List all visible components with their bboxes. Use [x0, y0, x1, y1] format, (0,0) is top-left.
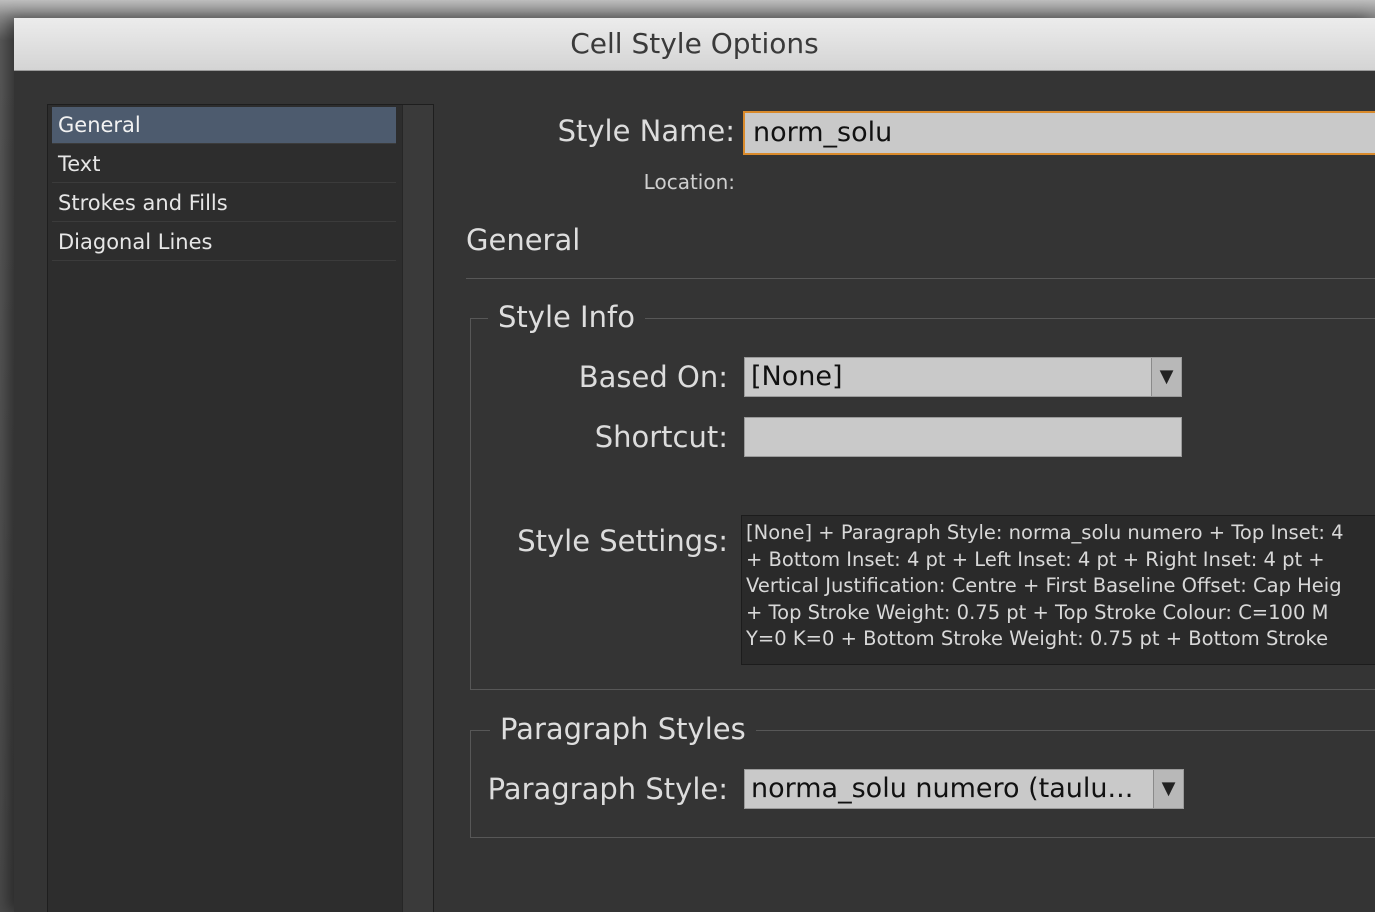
based-on-value: [None] [751, 361, 843, 392]
paragraph-style-label: Paragraph Style: [487, 772, 728, 806]
sidebar-item-general[interactable]: General [52, 107, 396, 144]
style-settings-line: Vertical Justification: Centre + First B… [746, 574, 1342, 597]
chevron-down-icon[interactable]: ▼ [1153, 770, 1183, 808]
sidebar-item-diagonal-lines[interactable]: Diagonal Lines [52, 224, 396, 261]
category-list: General Text Strokes and Fills Diagonal … [47, 104, 434, 912]
window-title: Cell Style Options [570, 27, 819, 60]
style-name-input[interactable]: norm_solu [743, 111, 1375, 155]
based-on-dropdown[interactable]: [None] ▼ [744, 357, 1182, 397]
style-info-legend: Style Info [488, 300, 645, 334]
shortcut-input[interactable] [744, 417, 1182, 457]
cell-style-options-dialog: Cell Style Options General Text Strokes … [14, 18, 1375, 912]
title-bar[interactable]: Cell Style Options [14, 18, 1375, 71]
sidebar-scrollbar[interactable] [402, 105, 433, 912]
style-name-label: Style Name: [557, 114, 735, 148]
paragraph-style-value: norma_solu numero (taulu... [751, 773, 1134, 804]
section-title: General [466, 223, 581, 257]
shortcut-label: Shortcut: [594, 420, 728, 454]
sidebar-item-text[interactable]: Text [52, 146, 396, 183]
paragraph-styles-legend: Paragraph Styles [490, 712, 756, 746]
style-settings-line: Y=0 K=0 + Bottom Stroke Weight: 0.75 pt … [746, 627, 1329, 650]
style-settings-line: [None] + Paragraph Style: norma_solu num… [746, 521, 1344, 544]
style-settings-line: + Top Stroke Weight: 0.75 pt + Top Strok… [746, 600, 1329, 624]
chevron-down-icon[interactable]: ▼ [1151, 358, 1181, 396]
based-on-label: Based On: [578, 360, 728, 394]
section-divider [466, 278, 1375, 279]
location-label: Location: [643, 170, 735, 194]
style-settings-line: + Bottom Inset: 4 pt + Left Inset: 4 pt … [746, 547, 1325, 571]
style-settings-label: Style Settings: [517, 524, 728, 558]
style-settings-text: [None] + Paragraph Style: norma_solu num… [741, 515, 1375, 665]
sidebar-item-strokes-and-fills[interactable]: Strokes and Fills [52, 185, 396, 222]
paragraph-style-dropdown[interactable]: norma_solu numero (taulu... ▼ [744, 769, 1184, 809]
